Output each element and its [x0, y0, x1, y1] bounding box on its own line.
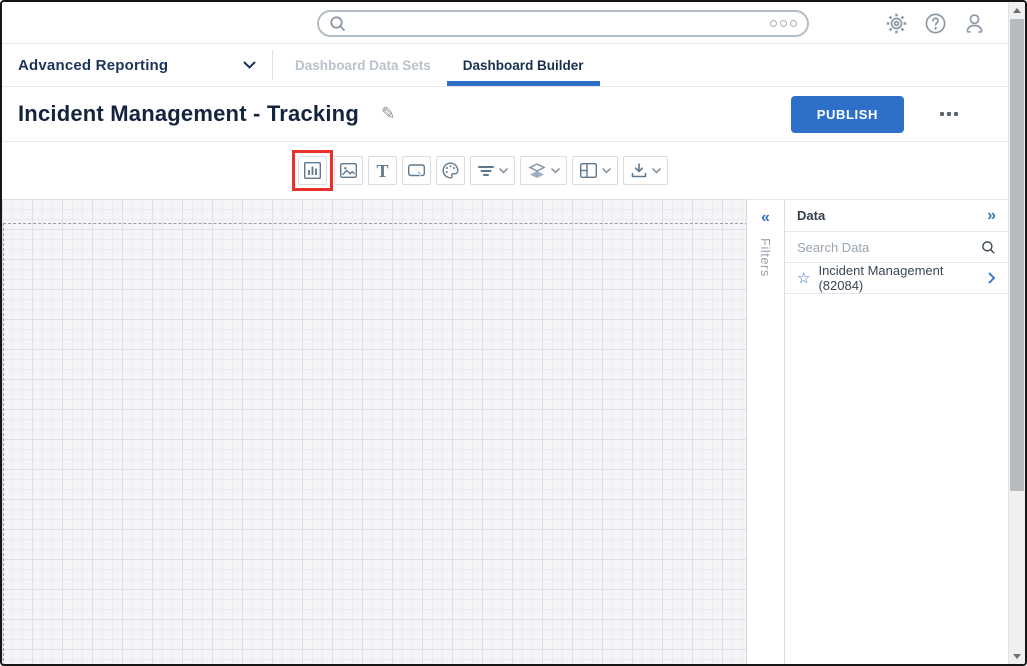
data-search-input[interactable]	[797, 239, 981, 255]
red-highlight-box	[292, 150, 333, 191]
image-icon	[339, 161, 358, 180]
nav-divider	[272, 50, 273, 80]
data-panel-header: Data »	[785, 200, 1008, 232]
canvas-page-guide	[3, 223, 746, 664]
app-content: Advanced Reporting Dashboard Data Sets D…	[2, 2, 1008, 664]
data-panel-title: Data	[797, 208, 826, 223]
chevron-down-icon	[551, 167, 560, 174]
module-dropdown[interactable]: Advanced Reporting	[2, 44, 272, 86]
layers-button[interactable]	[520, 156, 567, 185]
page-title: Incident Management - Tracking	[18, 101, 359, 126]
global-search[interactable]	[317, 10, 809, 37]
download-icon	[630, 162, 648, 179]
user-icon[interactable]	[963, 12, 986, 35]
edit-pencil-icon[interactable]: ✎	[381, 104, 395, 124]
chevron-right-icon[interactable]	[988, 272, 996, 284]
text-button[interactable]: T	[368, 156, 397, 185]
publish-button[interactable]: PUBLISH	[790, 95, 904, 133]
star-icon[interactable]: ☆	[797, 271, 810, 286]
chevron-down-icon	[499, 167, 508, 174]
layout-columns-icon	[579, 162, 598, 179]
filter-icon	[477, 164, 495, 178]
widget-toolbar: T	[2, 142, 1008, 199]
palette-icon	[441, 161, 460, 180]
callout-button[interactable]	[402, 156, 431, 185]
search-icon	[329, 15, 347, 33]
more-options-icon[interactable]	[770, 20, 797, 27]
filters-panel-collapsed: « Filters	[747, 199, 784, 664]
vertical-scrollbar[interactable]	[1008, 2, 1025, 664]
scrollbar-thumb[interactable]	[1010, 19, 1024, 491]
text-icon: T	[376, 160, 389, 181]
tab-dashboard-builder[interactable]: Dashboard Builder	[446, 44, 600, 86]
layers-icon	[527, 162, 547, 180]
data-source-label: Incident Management (82084)	[818, 263, 944, 293]
scroll-down-icon[interactable]	[1009, 648, 1025, 664]
help-icon[interactable]	[924, 12, 947, 35]
title-actions: PUBLISH	[790, 95, 992, 133]
title-row: Incident Management - Tracking ✎ PUBLISH	[2, 87, 1008, 142]
module-label: Advanced Reporting	[18, 56, 169, 74]
data-search-row	[785, 232, 1008, 263]
search-icon[interactable]	[981, 240, 996, 255]
filter-button[interactable]	[470, 156, 515, 185]
data-source-item[interactable]: ☆ Incident Management (82084)	[785, 263, 1008, 294]
dashboard-canvas[interactable]	[2, 199, 747, 664]
tab-dashboard-data-sets[interactable]: Dashboard Data Sets	[279, 44, 447, 86]
navbar: Advanced Reporting Dashboard Data Sets D…	[2, 44, 1008, 87]
export-button[interactable]	[623, 156, 668, 185]
more-actions-icon[interactable]	[938, 106, 960, 122]
image-button[interactable]	[334, 156, 363, 185]
layout-button[interactable]	[572, 156, 618, 185]
scroll-up-icon[interactable]	[1009, 2, 1025, 18]
filters-panel-label[interactable]: Filters	[758, 238, 773, 277]
topbar	[2, 2, 1008, 44]
chevron-double-left-icon[interactable]: «	[761, 210, 770, 226]
chevron-down-icon	[652, 167, 661, 174]
settings-icon[interactable]	[885, 12, 908, 35]
tab-bar: Dashboard Data Sets Dashboard Builder	[279, 44, 600, 86]
chevron-double-right-icon[interactable]: »	[987, 207, 996, 224]
topbar-icons	[885, 2, 986, 44]
app-window: Advanced Reporting Dashboard Data Sets D…	[0, 0, 1027, 666]
callout-icon	[407, 161, 426, 180]
chevron-down-icon	[243, 61, 256, 70]
workspace: « Filters Data » ☆	[2, 199, 1008, 664]
data-panel: Data » ☆ Incident Management (82084)	[784, 199, 1008, 664]
palette-button[interactable]	[436, 156, 465, 185]
global-search-input[interactable]	[347, 16, 770, 31]
chart-button[interactable]	[298, 156, 327, 185]
bar-chart-icon	[303, 161, 322, 180]
chevron-down-icon	[602, 167, 611, 174]
